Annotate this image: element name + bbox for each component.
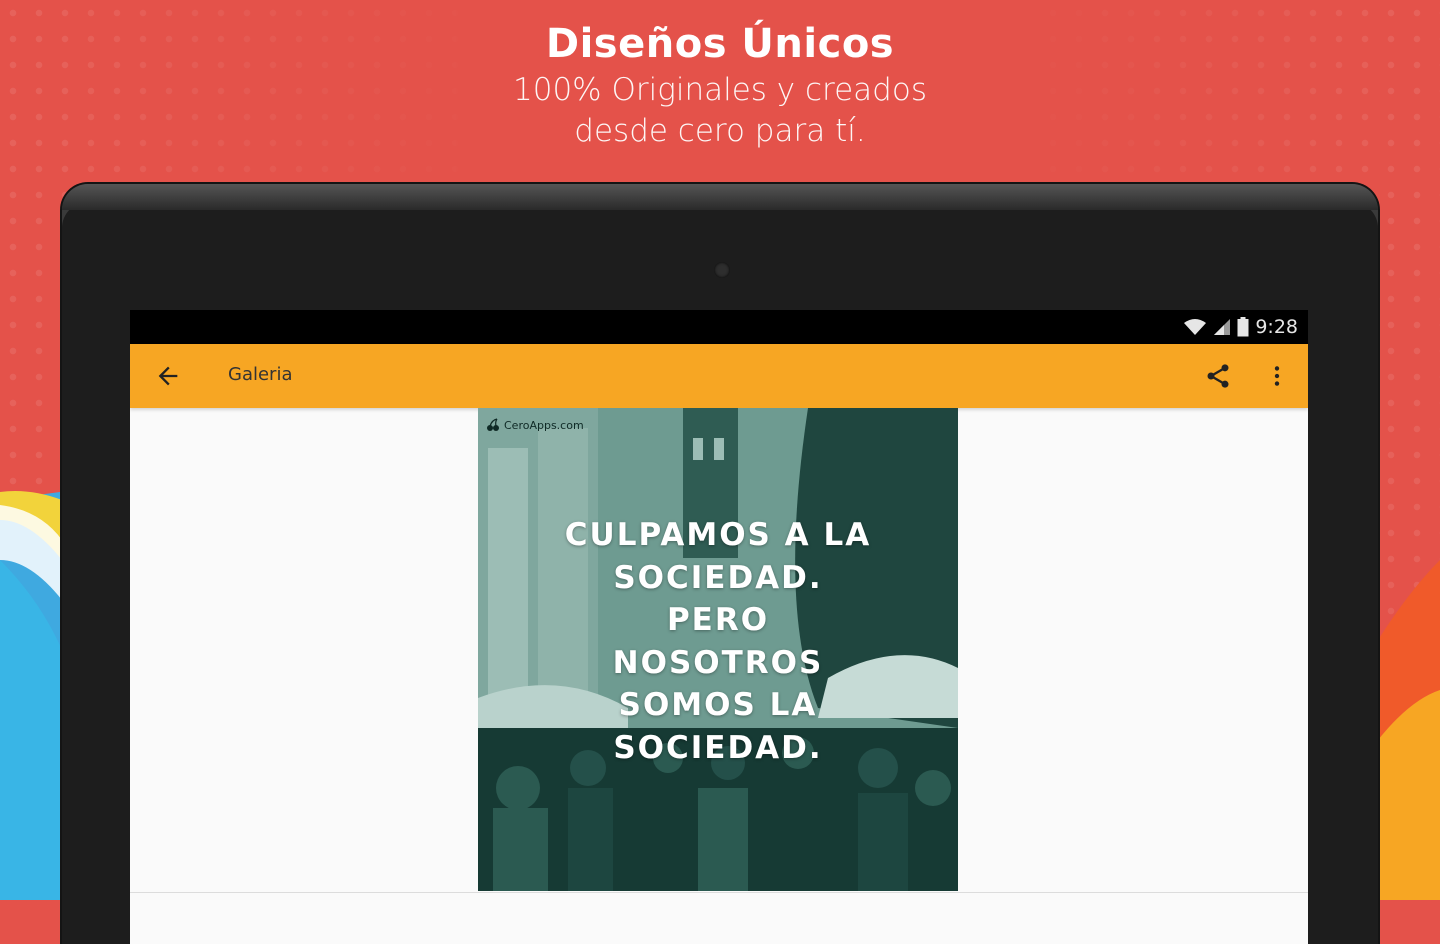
poster-quote-line: SOCIEDAD.: [613, 559, 823, 596]
cherry-logo-icon: [487, 418, 499, 431]
poster-quote-line: CULPAMOS A LA: [564, 517, 872, 553]
share-icon[interactable]: [1204, 362, 1232, 390]
poster-quote-line: SOMOS LA: [618, 687, 818, 723]
promo-headline: Diseños Únicos 100% Originales y creados…: [0, 18, 1440, 152]
wifi-icon: [1184, 319, 1207, 335]
poster-quote-line: PERO: [666, 602, 770, 638]
poster-quote: CULPAMOS A LA SOCIEDAD. PERO NOSOTROS SO…: [478, 514, 958, 769]
signal-icon: [1214, 319, 1231, 335]
promo-title: Diseños Únicos: [545, 21, 895, 67]
status-bar: 9:28: [130, 310, 1308, 344]
front-camera: [714, 262, 730, 278]
gallery-content: CeroApps.com CULPAMOS A LA SOCIEDAD. PER…: [130, 408, 1308, 944]
more-vert-icon[interactable]: [1264, 362, 1290, 390]
app-screen: 9:28 Galeria CeroApps.com CULPAMOS A LA …: [130, 310, 1308, 944]
toolbar-title: Galeria: [228, 364, 293, 385]
status-icons: 9:28: [1183, 314, 1298, 340]
poster-quote-line: NOSOTROS: [612, 644, 824, 681]
poster-brand-text: CeroApps.com: [504, 418, 584, 432]
status-time: 9:28: [1255, 316, 1298, 338]
gallery-image[interactable]: CeroApps.com CULPAMOS A LA SOCIEDAD. PER…: [478, 408, 958, 891]
arrow-left-icon[interactable]: [154, 362, 182, 390]
battery-icon: [1237, 317, 1249, 337]
content-divider: [130, 892, 1308, 893]
promo-subtitle-line-1: 100% Originales y creados: [513, 72, 927, 108]
poster-brand: CeroApps.com: [486, 418, 584, 432]
poster-quote-line: SOCIEDAD.: [613, 729, 823, 766]
tablet-device-frame: 9:28 Galeria CeroApps.com CULPAMOS A LA …: [62, 184, 1378, 944]
tablet-top-rim: [62, 184, 1378, 210]
promo-subtitle-line-2: desde cero para tí.: [574, 113, 866, 149]
app-toolbar: Galeria: [130, 344, 1308, 408]
